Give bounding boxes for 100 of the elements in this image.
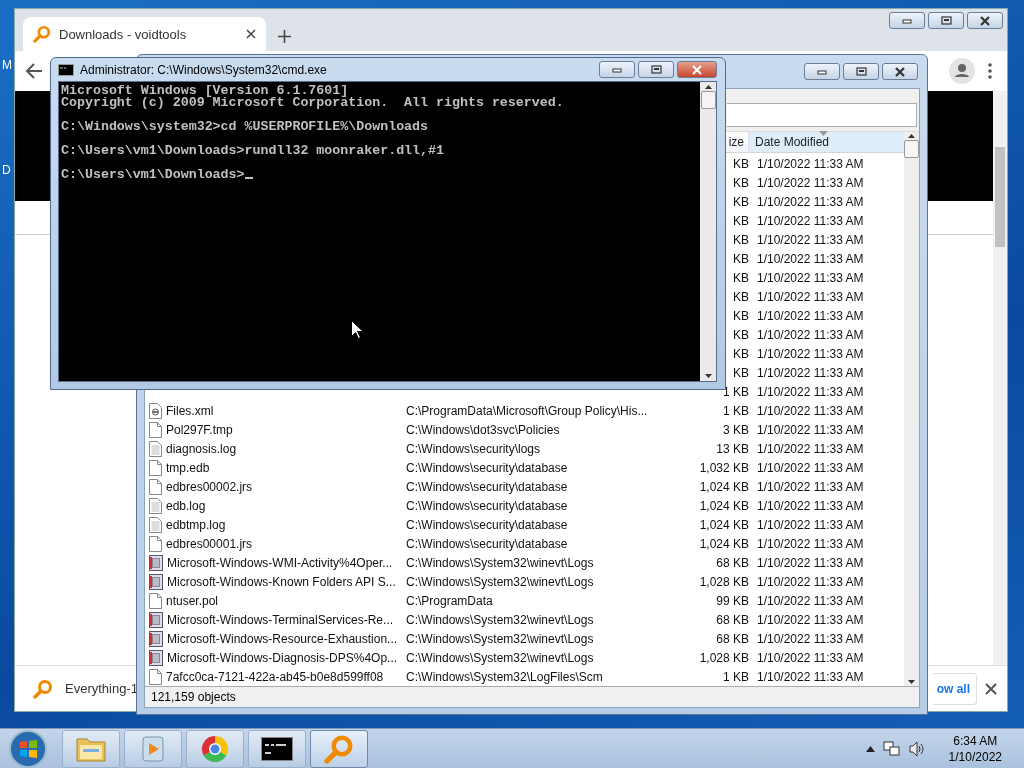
file-path: C:\Windows\security\database (406, 517, 568, 532)
sort-arrow-icon (819, 131, 828, 136)
magnifier-icon (33, 678, 53, 699)
date-modified: 1/10/2022 11:33 AM (757, 194, 864, 209)
file-size: KB (733, 365, 749, 380)
date-modified: 1/10/2022 11:33 AM (757, 232, 864, 247)
file-name: Microsoft-Windows-WMI-Activity%4Oper... (167, 555, 393, 570)
clock-date[interactable]: 1/10/2022 (948, 748, 1002, 765)
browser-icon (200, 733, 230, 764)
date-modified: 1/10/2022 11:33 AM (757, 650, 864, 665)
scrollbar[interactable] (993, 91, 1007, 665)
file-path: C:\Windows\security\database (406, 498, 568, 513)
event-log-icon (149, 611, 163, 628)
scroll-up-icon[interactable] (908, 134, 915, 138)
console-line: Microsoft Windows [Version 6.1.7601] (61, 83, 349, 98)
file-path: C:\Windows\security\database (406, 460, 568, 475)
maximize-button[interactable] (638, 61, 674, 78)
file-size: 1,024 KB (699, 498, 749, 513)
search-field[interactable] (727, 103, 917, 127)
minimize-button[interactable] (889, 12, 925, 29)
file-name: ntuser.pol (166, 593, 219, 608)
terminal-icon (261, 736, 293, 761)
file-path: C:\Windows\security\database (406, 479, 568, 494)
show-all-button[interactable]: ow all (933, 672, 977, 705)
file-icon (149, 535, 162, 552)
date-modified: 1/10/2022 11:33 AM (757, 517, 864, 532)
date-modified: 1/10/2022 11:33 AM (757, 270, 864, 285)
file-name: tmp.edb (166, 460, 210, 475)
file-size: KB (733, 194, 749, 209)
status-text: 121,159 objects (151, 690, 236, 704)
minimize-button[interactable] (599, 61, 635, 78)
close-button[interactable] (882, 63, 918, 80)
close-icon (894, 66, 906, 77)
maximize-button[interactable] (843, 63, 879, 80)
console-line: C:\Users\vm1\Downloads> (61, 167, 245, 182)
file-name: edb.log (166, 498, 206, 513)
window-title: Administrator: C:\Windows\System32\cmd.exe (80, 62, 328, 77)
new-tab-icon[interactable] (278, 30, 291, 43)
date-modified: 1/10/2022 11:33 AM (757, 327, 864, 342)
scroll-thumb[interactable] (904, 140, 919, 158)
close-button[interactable] (677, 61, 717, 78)
file-path: C:\Windows\System32\winevt\Logs (406, 612, 594, 627)
scroll-thumb[interactable] (700, 91, 716, 109)
console-line: C:\Windows\system32>cd %USERPROFILE%\Downloads (61, 119, 429, 134)
download-name[interactable]: Everything-1 (65, 681, 138, 696)
console-icon (58, 63, 74, 76)
file-name: Microsoft-Windows-Resource-Exhaustion... (167, 631, 398, 646)
file-size: KB (733, 232, 749, 247)
file-name: 7afcc0ca-7121-422a-ab45-b0e8d599ff08 (166, 669, 384, 684)
scrollbar[interactable] (700, 82, 716, 381)
profile-icon[interactable] (949, 58, 975, 84)
file-size: 1 KB (723, 669, 749, 684)
event-log-icon (149, 554, 163, 571)
file-icon (149, 478, 162, 495)
date-modified: 1/10/2022 11:33 AM (757, 308, 864, 323)
date-modified: 1/10/2022 11:33 AM (757, 422, 864, 437)
event-log-icon (149, 573, 163, 590)
magnifier-icon (33, 25, 51, 43)
volume-icon[interactable] (908, 740, 925, 757)
column-header[interactable]: Date Modified (749, 132, 904, 152)
file-path: C:\Windows\System32\winevt\Logs (406, 555, 594, 570)
scroll-down-icon[interactable] (908, 680, 915, 684)
close-icon (979, 15, 991, 26)
start-button[interactable] (8, 728, 48, 768)
close-icon[interactable] (246, 29, 256, 39)
minimize-button[interactable] (804, 63, 840, 80)
date-modified: 1/10/2022 11:33 AM (757, 289, 864, 304)
file-path: C:\ProgramData\Microsoft\Group Policy\His... (406, 403, 648, 418)
taskbar-button[interactable] (248, 729, 306, 768)
file-path: C:\Windows\dot3svc\Policies (406, 422, 560, 437)
maximize-icon (650, 65, 662, 74)
scroll-down-icon[interactable] (704, 374, 712, 378)
browser-tab[interactable]: Downloads - voidtools (23, 17, 266, 51)
file-name: Microsoft-Windows-TerminalServices-Re... (167, 612, 394, 627)
scrollbar[interactable] (904, 132, 919, 686)
file-name: Microsoft-Windows-Diagnosis-DPS%4Op... (167, 650, 398, 665)
minimize-icon (612, 66, 622, 73)
date-modified: 1/10/2022 11:33 AM (757, 384, 864, 399)
maximize-button[interactable] (928, 12, 964, 29)
date-modified: 1/10/2022 11:33 AM (757, 669, 864, 684)
close-icon[interactable] (985, 682, 997, 695)
show-hidden-icons-icon[interactable] (865, 745, 875, 752)
file-name: edbtmp.log (166, 517, 226, 532)
close-button[interactable] (967, 12, 1003, 29)
file-size: KB (733, 308, 749, 323)
file-path: C:\Windows\System32\LogFiles\Scm (406, 669, 603, 684)
file-size: 68 KB (716, 631, 749, 646)
file-size: KB (733, 175, 749, 190)
file-size: KB (733, 251, 749, 266)
file-size: KB (733, 270, 749, 285)
clock-time[interactable]: 6:34 AM (953, 732, 998, 749)
network-icon[interactable] (882, 740, 901, 757)
file-size: 1,024 KB (699, 536, 749, 551)
file-path: C:\Windows\security\logs (406, 441, 541, 456)
text-cursor (244, 177, 253, 179)
back-arrow-icon[interactable] (25, 63, 43, 79)
mouse-pointer-icon (351, 320, 363, 339)
date-modified: 1/10/2022 11:33 AM (757, 346, 864, 361)
minimize-icon (902, 17, 912, 24)
file-size: 68 KB (716, 555, 749, 570)
